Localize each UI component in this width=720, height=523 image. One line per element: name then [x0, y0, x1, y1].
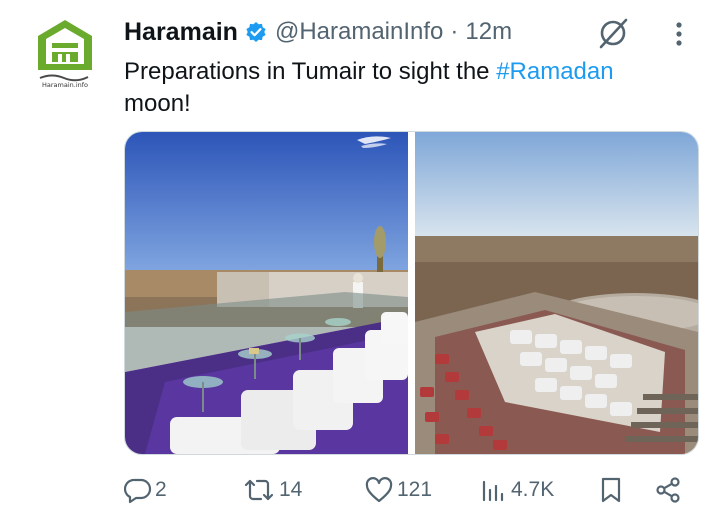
retweet-count: 14: [279, 478, 303, 501]
like-count: 121: [397, 478, 433, 501]
retweet-icon: [242, 476, 276, 504]
verified-badge-icon: [245, 21, 267, 43]
display-name[interactable]: Haramain: [124, 18, 238, 47]
views-count: 4.7K: [511, 478, 555, 501]
tweet-card[interactable]: Haramain.info Haramain @HaramainInfo · 1…: [0, 0, 720, 523]
like-button[interactable]: 121: [364, 474, 432, 506]
tweet-text-end: moon!: [124, 90, 191, 117]
views-chart-icon: [480, 476, 508, 504]
tweet-text-start: Preparations in Tumair to sight the: [124, 58, 497, 85]
hashtag-link[interactable]: #Ramadan: [496, 58, 613, 85]
bookmark-icon: [598, 476, 624, 504]
retweet-button[interactable]: 14: [242, 474, 302, 506]
views-button[interactable]: 4.7K: [480, 474, 554, 506]
grok-icon[interactable]: [596, 16, 630, 50]
heart-icon: [364, 476, 394, 504]
share-button[interactable]: [654, 474, 682, 506]
author-handle[interactable]: @HaramainInfo: [275, 18, 443, 46]
author-avatar[interactable]: Haramain.info: [30, 16, 100, 90]
reply-count: 2: [155, 478, 167, 501]
media-photo-terrace[interactable]: [125, 132, 408, 454]
tweet-header: Haramain @HaramainInfo · 12m: [124, 14, 512, 50]
media-gallery: [124, 131, 699, 455]
media-photo-amphitheater[interactable]: [415, 132, 698, 454]
bookmark-button[interactable]: [598, 474, 624, 506]
haramain-logo-icon: Haramain.info: [38, 20, 92, 89]
reply-icon: [124, 476, 152, 504]
more-vertical-icon[interactable]: [668, 20, 690, 48]
share-icon: [654, 476, 682, 504]
tweet-actions: 2 14 121 4.7K: [124, 474, 694, 506]
tweet-text: Preparations in Tumair to sight the #Ram…: [124, 56, 684, 120]
avatar-caption: Haramain.info: [42, 81, 88, 89]
reply-button[interactable]: 2: [124, 474, 167, 506]
header-separator: ·: [450, 18, 459, 45]
tweet-timestamp[interactable]: 12m: [465, 18, 512, 46]
